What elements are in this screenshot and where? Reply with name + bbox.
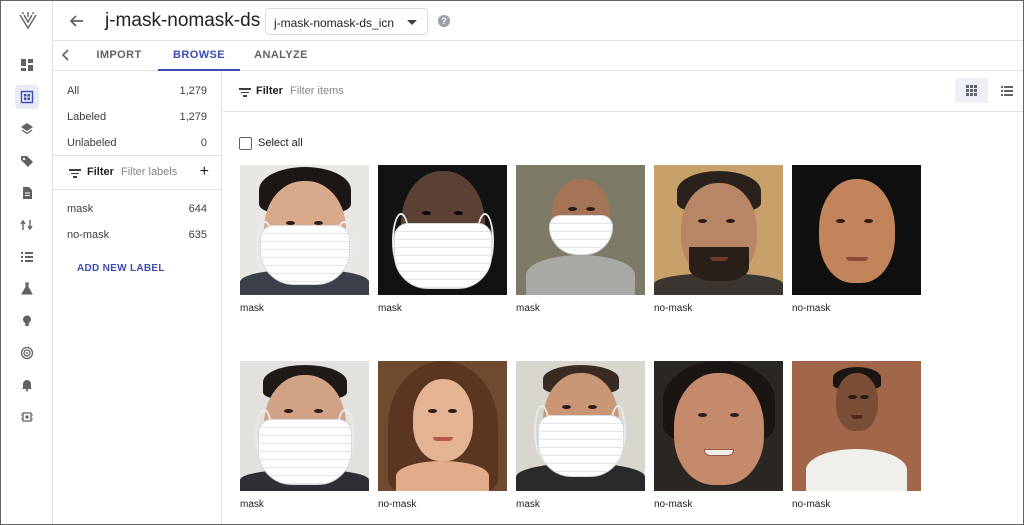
label-side-panel: All 1,279 Labeled 1,279 Unlabeled 0 Filt…	[53, 71, 222, 524]
count-label: Labeled	[67, 111, 107, 123]
label-filter[interactable]: Filter Filter labels +	[69, 163, 209, 182]
filter-icon	[69, 169, 81, 178]
add-new-label-button[interactable]: ADD NEW LABEL	[77, 263, 165, 274]
item-label: mask	[378, 303, 402, 314]
filter-label: Filter	[256, 85, 283, 97]
dataset-select[interactable]: j-mask-nomask-ds_icn	[265, 8, 428, 35]
image-tile[interactable]: mask	[240, 361, 369, 510]
help-icon[interactable]: ?	[438, 15, 450, 27]
image-tile[interactable]: mask	[516, 361, 645, 510]
divider	[223, 111, 1023, 112]
count-value: 1,279	[179, 111, 207, 123]
settings-chip-icon[interactable]	[15, 405, 39, 429]
label-name: mask	[67, 203, 94, 215]
item-label: mask	[240, 499, 264, 510]
select-all-checkbox[interactable]	[239, 137, 252, 150]
count-label: Unlabeled	[67, 137, 117, 149]
list-icon[interactable]	[15, 245, 39, 269]
tab-import[interactable]: IMPORT	[85, 41, 153, 71]
filter-items-input[interactable]: Filter items	[290, 85, 344, 97]
image-tile[interactable]: no-mask	[792, 165, 921, 314]
target-icon[interactable]	[15, 341, 39, 365]
notifications-icon[interactable]	[15, 373, 39, 397]
chevron-left-icon[interactable]	[61, 48, 73, 62]
divider	[53, 155, 221, 156]
bulb-icon[interactable]	[15, 309, 39, 333]
page-title: j-mask-nomask-ds	[105, 10, 261, 31]
count-all[interactable]: All 1,279	[67, 85, 207, 101]
item-label: mask	[240, 303, 264, 314]
image-tile[interactable]: mask	[240, 165, 369, 314]
face-image[interactable]	[378, 165, 507, 295]
tab-browse[interactable]: BROWSE	[158, 41, 240, 71]
count-label: All	[67, 85, 80, 97]
image-tile[interactable]: mask	[516, 165, 645, 314]
face-image[interactable]	[240, 361, 369, 491]
item-label: mask	[516, 499, 540, 510]
tab-bar: IMPORT BROWSE ANALYZE	[53, 41, 1023, 71]
face-image[interactable]	[654, 165, 783, 295]
count-value: 1,279	[179, 85, 207, 97]
face-image[interactable]	[378, 361, 507, 491]
face-image[interactable]	[792, 361, 921, 491]
image-tile[interactable]: no-mask	[654, 361, 783, 510]
add-icon[interactable]: +	[200, 163, 209, 181]
app-window: j-mask-nomask-ds j-mask-nomask-ds_icn ? …	[0, 0, 1024, 525]
dataset-select-value: j-mask-nomask-ds_icn	[274, 16, 395, 30]
image-tile[interactable]: mask	[378, 165, 507, 314]
chevron-down-icon	[407, 20, 417, 25]
tab-analyze[interactable]: ANALYZE	[245, 41, 317, 71]
face-image[interactable]	[516, 165, 645, 295]
dashboard-icon[interactable]	[15, 53, 39, 77]
browse-main: Filter Filter items Select all mask mask…	[223, 71, 1023, 524]
item-label: no-mask	[792, 499, 831, 510]
item-label: no-mask	[792, 303, 831, 314]
item-label: no-mask	[378, 499, 417, 510]
item-label: mask	[516, 303, 540, 314]
face-image[interactable]	[654, 361, 783, 491]
item-filter[interactable]: Filter Filter items	[239, 85, 439, 101]
pipelines-icon[interactable]	[15, 213, 39, 237]
label-row-no-mask[interactable]: no-mask 635	[67, 229, 207, 245]
count-unlabeled[interactable]: Unlabeled 0	[67, 137, 207, 153]
vertex-logo-icon[interactable]	[17, 10, 39, 32]
face-image[interactable]	[792, 165, 921, 295]
item-label: no-mask	[654, 499, 693, 510]
list-view-icon[interactable]	[994, 78, 1019, 103]
left-nav-rail	[1, 1, 53, 524]
label-count: 644	[188, 203, 207, 215]
filter-label: Filter	[87, 166, 114, 178]
label-icon[interactable]	[15, 149, 39, 173]
filter-labels-input[interactable]: Filter labels	[121, 166, 177, 178]
layers-icon[interactable]	[15, 117, 39, 141]
divider	[53, 189, 221, 190]
back-arrow-icon[interactable]	[67, 11, 87, 31]
image-tile[interactable]: no-mask	[378, 361, 507, 510]
item-label: no-mask	[654, 303, 693, 314]
face-image[interactable]	[516, 361, 645, 491]
document-icon[interactable]	[15, 181, 39, 205]
page-header: j-mask-nomask-ds j-mask-nomask-ds_icn ?	[53, 1, 1023, 41]
datasets-icon[interactable]	[15, 85, 39, 109]
label-count: 635	[188, 229, 207, 241]
count-labeled[interactable]: Labeled 1,279	[67, 111, 207, 127]
select-all-label: Select all	[258, 137, 303, 149]
image-tile[interactable]: no-mask	[792, 361, 921, 510]
experiments-icon[interactable]	[15, 277, 39, 301]
grid-view-icon[interactable]	[955, 78, 988, 103]
label-name: no-mask	[67, 229, 110, 241]
filter-icon	[239, 88, 251, 97]
face-image[interactable]	[240, 165, 369, 295]
image-tile[interactable]: no-mask	[654, 165, 783, 314]
count-value: 0	[200, 137, 207, 149]
label-row-mask[interactable]: mask 644	[67, 203, 207, 219]
